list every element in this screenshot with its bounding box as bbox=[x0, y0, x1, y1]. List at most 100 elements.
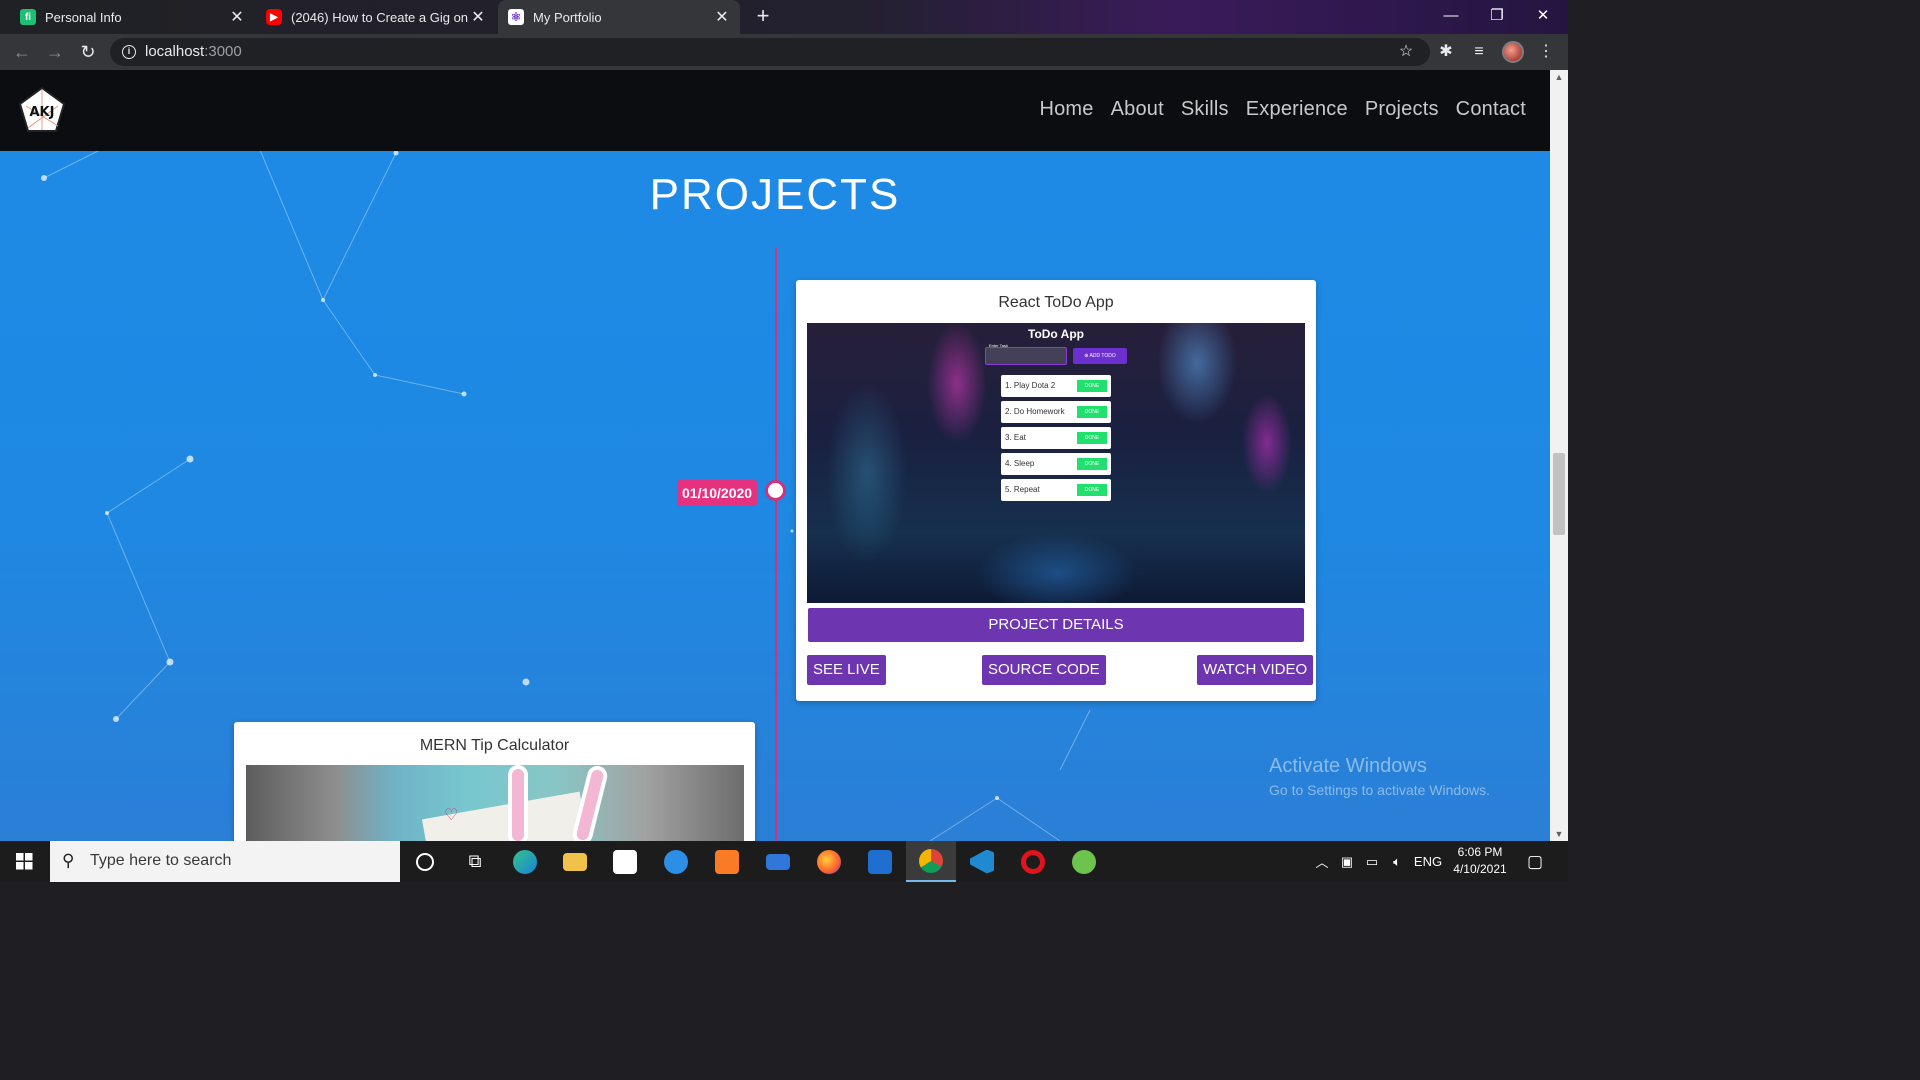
reload-icon[interactable]: ↻ bbox=[76, 40, 100, 64]
bunny-ear bbox=[508, 765, 528, 841]
todo-done-badge: DONE bbox=[1077, 432, 1107, 444]
scroll-up-icon[interactable]: ▲ bbox=[1550, 72, 1568, 82]
utorrent-icon[interactable] bbox=[1059, 841, 1109, 882]
watch-video-button[interactable]: WATCH VIDEO bbox=[1197, 655, 1314, 685]
close-icon[interactable]: ✕ bbox=[229, 7, 245, 27]
nav-link-experience[interactable]: Experience bbox=[1246, 98, 1348, 121]
nav-link-projects[interactable]: Projects bbox=[1365, 98, 1439, 121]
todo-done-badge: DONE bbox=[1077, 380, 1107, 392]
windows-start-icon[interactable] bbox=[0, 841, 48, 882]
cortana-icon[interactable] bbox=[400, 841, 450, 882]
browser-compass-icon[interactable] bbox=[651, 841, 701, 882]
todo-done-badge: DONE bbox=[1077, 406, 1107, 418]
bookmark-star-icon[interactable]: ☆ bbox=[1396, 42, 1416, 62]
site-navbar: AKJ Home About Skills Experience Project… bbox=[0, 70, 1550, 151]
media-control-icon[interactable]: ≡ bbox=[1469, 42, 1489, 62]
store-icon[interactable] bbox=[600, 841, 650, 882]
clock-time: 6:06 PM bbox=[1457, 845, 1503, 859]
activate-windows-watermark: Activate Windows Go to Settings to activ… bbox=[1269, 755, 1490, 798]
mail-icon[interactable] bbox=[753, 841, 803, 882]
taskbar-clock[interactable]: 6:06 PM 4/10/2021 bbox=[1440, 844, 1520, 878]
site-info-icon[interactable]: i bbox=[122, 45, 136, 59]
restore-icon[interactable]: ❐ bbox=[1474, 0, 1520, 34]
todo-input-label: Enter Task bbox=[989, 343, 1008, 348]
svg-text:AKJ: AKJ bbox=[30, 105, 55, 120]
chrome-icon[interactable] bbox=[906, 841, 956, 882]
search-icon: ⚲ bbox=[62, 851, 75, 870]
file-explorer-icon[interactable] bbox=[550, 841, 600, 882]
close-icon[interactable]: ✕ bbox=[470, 7, 486, 27]
extensions-icon[interactable]: ✱ bbox=[1436, 42, 1456, 62]
minimize-icon[interactable]: — bbox=[1428, 0, 1474, 34]
tab-my-portfolio[interactable]: ⚛ My Portfolio ✕ bbox=[498, 0, 740, 34]
window-close-icon[interactable]: ✕ bbox=[1520, 0, 1566, 34]
browser-tab-strip: fi Personal Info ✕ ▶ (2046) How to Creat… bbox=[0, 0, 1568, 34]
scroll-down-icon[interactable]: ▼ bbox=[1550, 829, 1568, 839]
react-icon: ⚛ bbox=[508, 9, 524, 25]
todo-item-preview: 4. Sleep DONE bbox=[1001, 453, 1111, 475]
page-scrollbar[interactable]: ▲ ▼ bbox=[1550, 70, 1568, 841]
media-player-icon[interactable] bbox=[855, 841, 905, 882]
watermark-subtitle: Go to Settings to activate Windows. bbox=[1269, 782, 1490, 798]
forward-icon[interactable]: → bbox=[43, 40, 67, 64]
url-text: localhost:3000 bbox=[145, 43, 242, 60]
todo-item-text: 5. Repeat bbox=[1005, 485, 1040, 494]
project-title: React ToDo App bbox=[998, 294, 1114, 311]
timeline-date-badge: 01/10/2020 bbox=[677, 480, 758, 506]
profile-avatar[interactable] bbox=[1502, 41, 1524, 63]
project-card-mern-tip: MERN Tip Calculator ♡ bbox=[234, 722, 755, 841]
todo-item-text: 4. Sleep bbox=[1005, 459, 1035, 468]
battery-icon[interactable]: ▭ bbox=[1361, 841, 1383, 882]
project-card-react-todo: React ToDo App ToDo App Enter Task ⊕ ADD… bbox=[796, 280, 1316, 701]
page-viewport: AKJ Home About Skills Experience Project… bbox=[0, 70, 1550, 841]
language-indicator[interactable]: ENG bbox=[1413, 841, 1443, 882]
address-field[interactable]: i localhost:3000 bbox=[110, 38, 1430, 66]
todo-item-text: 1. Play Dota 2 bbox=[1005, 381, 1056, 390]
vscode-icon[interactable] bbox=[957, 841, 1007, 882]
tab-youtube[interactable]: ▶ (2046) How to Create a Gig on Fi ✕ bbox=[256, 0, 496, 34]
new-tab-button[interactable]: + bbox=[750, 4, 776, 30]
scrollbar-thumb[interactable] bbox=[1553, 453, 1565, 535]
todo-done-badge: DONE bbox=[1077, 484, 1107, 496]
todo-item-preview: 2. Do Homework DONE bbox=[1001, 401, 1111, 423]
timeline-line bbox=[775, 248, 777, 841]
notifications-icon[interactable]: ▢ bbox=[1522, 841, 1548, 882]
todo-item-preview: 5. Repeat DONE bbox=[1001, 479, 1111, 501]
project-details-button[interactable]: PROJECT DETAILS bbox=[808, 608, 1304, 642]
taskbar-search[interactable]: ⚲ Type here to search bbox=[50, 841, 400, 882]
source-code-button[interactable]: SOURCE CODE bbox=[982, 655, 1106, 685]
windows-taskbar: ⚲ Type here to search ⧉ ︿ ▣ ▭ 🔈︎ ENG 6:0… bbox=[0, 841, 1568, 882]
edge-icon[interactable] bbox=[500, 841, 550, 882]
todo-add-label: ADD TODO bbox=[1089, 353, 1116, 359]
back-icon[interactable]: ← bbox=[10, 40, 34, 64]
todo-item-text: 2. Do Homework bbox=[1005, 407, 1065, 416]
site-logo[interactable]: AKJ bbox=[18, 86, 66, 134]
project-screenshot: ToDo App Enter Task ⊕ ADD TODO 1. Play D… bbox=[807, 323, 1305, 603]
task-view-icon[interactable]: ⧉ bbox=[450, 841, 500, 882]
nav-link-home[interactable]: Home bbox=[1039, 98, 1093, 121]
nav-link-about[interactable]: About bbox=[1111, 98, 1164, 121]
nav-link-skills[interactable]: Skills bbox=[1181, 98, 1229, 121]
show-hidden-icons[interactable]: ︿ bbox=[1312, 841, 1332, 882]
nav-link-contact[interactable]: Contact bbox=[1456, 98, 1526, 121]
tab-title: (2046) How to Create a Gig on Fi bbox=[291, 9, 470, 25]
volume-icon[interactable]: 🔈︎ bbox=[1386, 841, 1408, 882]
search-placeholder: Type here to search bbox=[90, 852, 232, 869]
todo-item-preview: 1. Play Dota 2 DONE bbox=[1001, 375, 1111, 397]
opera-icon[interactable] bbox=[1008, 841, 1058, 882]
project-screenshot: ♡ bbox=[246, 765, 744, 841]
section-title: PROJECTS bbox=[649, 170, 901, 219]
clock-date: 4/10/2021 bbox=[1453, 862, 1507, 876]
firefox-icon[interactable] bbox=[804, 841, 854, 882]
menu-dots-icon[interactable]: ⋮ bbox=[1536, 42, 1556, 62]
todo-item-text: 3. Eat bbox=[1005, 433, 1026, 442]
heart-icon: ♡ bbox=[444, 807, 459, 824]
close-icon[interactable]: ✕ bbox=[714, 7, 730, 27]
tab-personal-info[interactable]: fi Personal Info ✕ bbox=[10, 0, 255, 34]
see-live-button[interactable]: SEE LIVE bbox=[807, 655, 886, 685]
project-title: MERN Tip Calculator bbox=[419, 737, 570, 754]
xampp-icon[interactable] bbox=[702, 841, 752, 882]
todo-done-badge: DONE bbox=[1077, 458, 1107, 470]
device-icon[interactable]: ▣ bbox=[1337, 841, 1357, 882]
todo-add-preview: ⊕ ADD TODO bbox=[1073, 348, 1127, 364]
